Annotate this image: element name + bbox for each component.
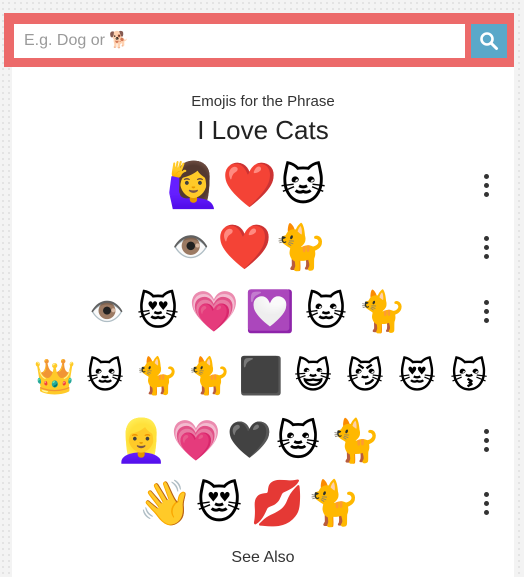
black-square-emoji: ⬛ [238,356,284,397]
black-heart-emoji: 🖤 [227,420,272,461]
eye-emoji: 👁️ [89,295,125,328]
page-title: I Love Cats [197,115,329,145]
heart-eyes-cat-emoji: 😻 [196,478,242,529]
red-heart-emoji: ❤️ [222,160,277,211]
more-vertical-icon [483,299,489,323]
cat-emoji: 🐈 [273,222,328,273]
cat-face-emoji: 🐱 [276,416,320,465]
cat-emoji: 🐈 [306,478,361,529]
cat-emoji: 🐈 [134,356,180,397]
cat-face-emoji: 🐱 [86,356,124,397]
emoji-row[interactable]: 👁️ 😻 💗 💟 🐱 🐈 [12,281,482,343]
more-vertical-icon [483,173,489,197]
emoji-row[interactable]: 👁️ ❤️ 🐈 [12,217,482,279]
search-bar [4,13,514,67]
emoji-row[interactable]: 👑 🐱 🐈 🐈 ⬛ 😺 😼 😻 😽 [12,346,514,408]
heart-eyes-cat-emoji: 😻 [398,356,436,397]
cat-face-emoji: 🐱 [305,289,347,335]
smirking-cat-emoji: 😼 [346,356,384,397]
blond-woman-emoji: 👱‍♀️ [115,416,168,465]
search-button[interactable] [471,24,507,58]
waving-hand-emoji: 👋 [138,478,193,529]
row-options-menu[interactable] [478,488,494,518]
emoji-results-card: Emojis for the Phrase I Love Cats 🙋‍♀️ ❤… [12,67,514,577]
kissing-cat-emoji: 😽 [450,356,488,397]
eye-emoji: 👁️ [172,230,210,265]
cat-face-emoji: 🐱 [280,160,326,211]
more-vertical-icon [483,428,489,452]
growing-heart-emoji: 💗 [189,289,239,335]
kiss-mark-emoji: 💋 [250,478,305,529]
grinning-cat-emoji: 😺 [294,356,332,397]
cat-emoji: 🐈 [357,289,407,335]
heart-decoration-emoji: 💟 [245,289,295,335]
search-icon [480,32,498,50]
cat-emoji: 🐈 [329,416,382,465]
more-vertical-icon [483,235,489,259]
emoji-row[interactable]: 👱‍♀️ 💗 🖤 🐱 🐈 [12,410,482,472]
growing-heart-emoji: 💗 [171,418,221,464]
row-options-menu[interactable] [478,296,494,326]
row-options-menu[interactable] [478,232,494,262]
emoji-row[interactable]: 👋 😻 💋 🐈 [12,473,482,535]
see-also-heading: See Also [231,549,295,566]
row-options-menu[interactable] [478,170,494,200]
more-vertical-icon [483,491,489,515]
heart-eyes-cat-emoji: 😻 [137,289,179,335]
raising-hand-woman-emoji: 🙋‍♀️ [166,160,221,211]
emoji-row[interactable]: 🙋‍♀️ ❤️ 🐱 [12,155,482,217]
page-subtitle: Emojis for the Phrase [191,93,335,110]
crown-emoji: 👑 [33,357,77,397]
red-heart-emoji: ❤️ [217,222,272,273]
cat-emoji: 🐈 [186,356,232,397]
row-options-menu[interactable] [478,425,494,455]
search-input[interactable] [14,24,465,58]
